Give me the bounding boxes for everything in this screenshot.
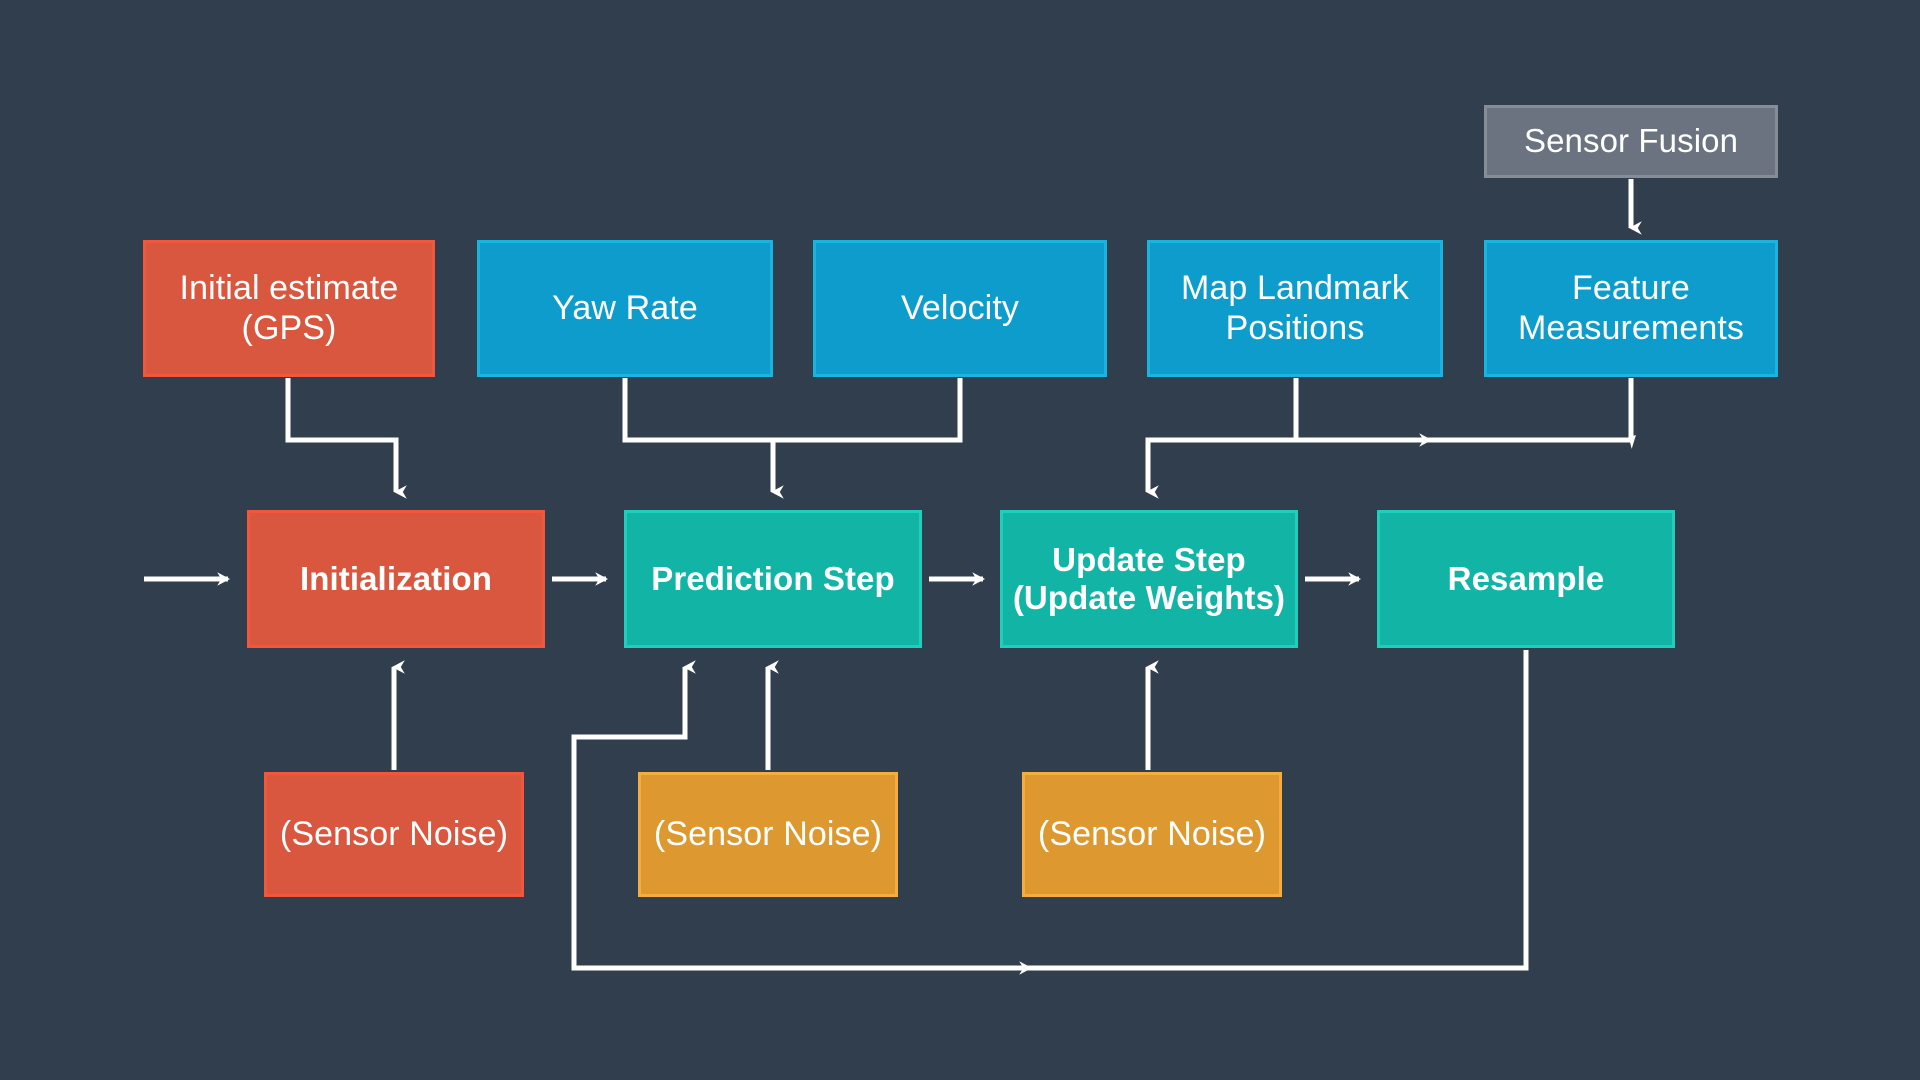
edge-gps-to-initialization [285, 378, 407, 499]
node-feature-measurements[interactable]: Feature Measurements [1484, 240, 1778, 377]
edge-velocity-to-prediction [773, 378, 963, 492]
diagram-canvas: Sensor Fusion Initial estimate (GPS) Yaw R… [0, 0, 1920, 1080]
node-yaw-rate[interactable]: Yaw Rate [477, 240, 773, 377]
edge-yaw-rate-to-prediction [622, 378, 773, 443]
node-map-landmark-positions[interactable]: Map Landmark Positions [1147, 240, 1443, 377]
node-sensor-noise-predict[interactable]: (Sensor Noise) [638, 772, 898, 897]
node-velocity[interactable]: Velocity [813, 240, 1107, 377]
node-sensor-noise-update[interactable]: (Sensor Noise) [1022, 772, 1282, 897]
edge-map-landmark-to-update [1145, 378, 1299, 499]
node-initial-estimate-gps[interactable]: Initial estimate (GPS) [143, 240, 435, 377]
node-sensor-noise-init[interactable]: (Sensor Noise) [264, 772, 524, 897]
node-prediction-step[interactable]: Prediction Step [624, 510, 922, 648]
edge-feature-measurements-to-update [1296, 378, 1636, 449]
node-update-step[interactable]: Update Step (Update Weights) [1000, 510, 1298, 648]
node-sensor-fusion[interactable]: Sensor Fusion [1484, 105, 1778, 178]
node-resample[interactable]: Resample [1377, 510, 1675, 648]
node-initialization[interactable]: Initialization [247, 510, 545, 648]
